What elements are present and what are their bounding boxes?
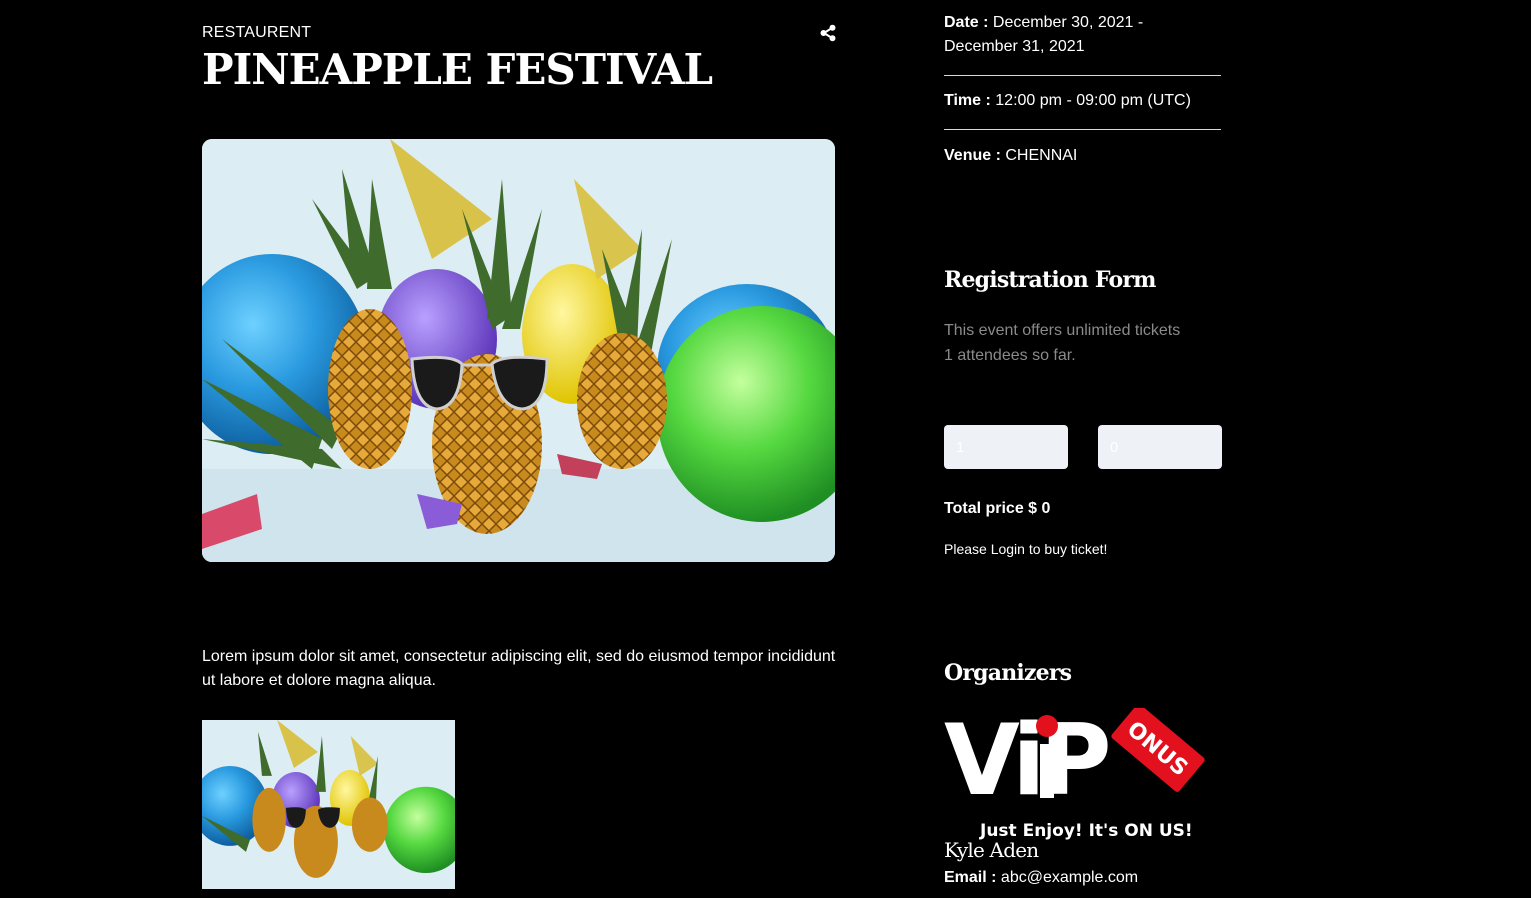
- share-icon[interactable]: [819, 24, 837, 42]
- logo-text: ViP: [944, 708, 1108, 818]
- time-label: Time :: [944, 92, 991, 109]
- ticket-price-input[interactable]: [1098, 425, 1222, 469]
- venue-label: Venue :: [944, 147, 1001, 164]
- organizer-logo: ViP ONUS Just Enjoy! It's ON US!: [944, 704, 1224, 843]
- ticket-quantity-input[interactable]: [944, 425, 1068, 469]
- date-label: Date :: [944, 14, 989, 31]
- email-label: Email :: [944, 869, 997, 886]
- event-category: RESTAURENT: [202, 24, 312, 41]
- total-price-value: 0: [1041, 500, 1051, 517]
- divider: [944, 75, 1221, 76]
- organizer-name: Kyle Aden: [944, 838, 1039, 862]
- total-price: Total price $ 0: [944, 500, 1050, 518]
- organizers-heading: Organizers: [944, 660, 1072, 686]
- attendees-note: 1 attendees so far.: [944, 347, 1076, 364]
- event-time: Time : 12:00 pm - 09:00 pm (UTC): [944, 89, 1221, 113]
- login-note: Please Login to buy ticket!: [944, 541, 1108, 557]
- event-title: PINEAPPLE FESTIVAL: [202, 45, 713, 94]
- event-description: Lorem ipsum dolor sit amet, consectetur …: [202, 648, 836, 689]
- total-price-label: Total price $: [944, 500, 1038, 517]
- organizer-email: Email : abc@example.com: [944, 869, 1138, 887]
- venue-value: CHENNAI: [1005, 147, 1078, 164]
- event-hero-image: [202, 139, 835, 562]
- time-value: 12:00 pm - 09:00 pm (UTC): [995, 92, 1191, 109]
- email-value[interactable]: abc@example.com: [1001, 869, 1138, 886]
- tickets-note: This event offers unlimited tickets: [944, 322, 1181, 339]
- gallery-thumbnail[interactable]: [202, 720, 455, 889]
- registration-heading: Registration Form: [944, 267, 1156, 293]
- divider: [944, 129, 1221, 130]
- event-page: RESTAURENT PINEAPPLE FESTIVAL Lorem ipsu…: [0, 0, 1531, 898]
- event-venue: Venue : CHENNAI: [944, 144, 1221, 168]
- event-date: Date : December 30, 2021 - December 31, …: [944, 11, 1221, 59]
